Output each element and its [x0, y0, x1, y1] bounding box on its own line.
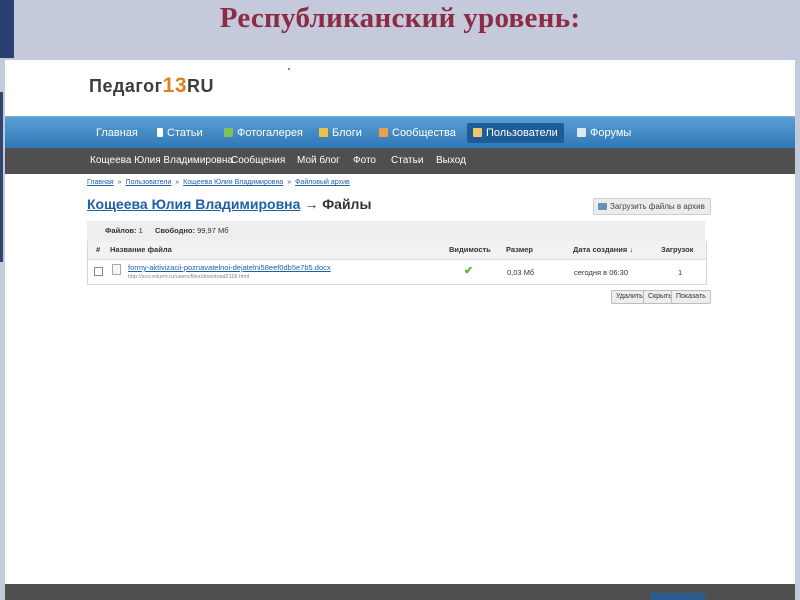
footer-tab	[650, 593, 705, 600]
show-button[interactable]: Показать	[671, 290, 711, 304]
communities-icon	[379, 128, 388, 137]
nav-item-photo-gallery[interactable]: Фотогалерея	[218, 123, 309, 143]
forums-icon	[577, 128, 586, 137]
col-header-created[interactable]: Дата создания ↓	[573, 241, 633, 259]
logo-text: Педагог	[89, 76, 163, 96]
breadcrumb-item-user[interactable]: Кощеева Юлия Владимировна	[183, 179, 283, 186]
nav-item-label: Пользователи	[486, 127, 558, 139]
files-count-label: Файлов:	[105, 226, 137, 235]
breadcrumb: Главная» Пользователи» Кощеева Юлия Владим…	[87, 179, 350, 186]
subnav-item-my-blog[interactable]: Мой блог	[297, 148, 340, 174]
main-nav: Главная Статьи Фотогалерея Блоги Сообщес…	[5, 116, 795, 149]
site-footer	[5, 584, 795, 600]
nav-item-users[interactable]: Пользователи	[467, 123, 564, 143]
upload-files-label: Загрузить файлы в архив	[610, 202, 705, 211]
nav-item-label: Фотогалерея	[237, 127, 303, 139]
files-count-value: 1	[138, 226, 143, 235]
logo-suffix: RU	[187, 76, 214, 96]
breadcrumb-item-home[interactable]: Главная	[87, 179, 114, 186]
subnav-item-profile[interactable]: Кощеева Юлия Владимировна	[90, 148, 233, 174]
col-header-visibility: Видимость	[449, 245, 491, 254]
breadcrumb-separator: »	[175, 179, 180, 186]
nav-item-label: Главная	[96, 127, 138, 139]
nav-item-blogs[interactable]: Блоги	[313, 123, 368, 143]
article-icon	[157, 128, 163, 137]
page-title-suffix: Файлы	[322, 196, 372, 212]
upload-files-button[interactable]: Загрузить файлы в архив	[593, 198, 711, 215]
free-space-value: 99,97 Мб	[197, 226, 229, 235]
site-header: Педагог13RU	[5, 60, 795, 116]
browser-screenshot: Педагог13RU Главная Статьи Фотогалерея Б…	[5, 60, 795, 600]
nav-item-label: Блоги	[332, 127, 362, 139]
header-dot	[288, 68, 290, 70]
user-subnav: Кощеева Юлия Владимировна Сообщения Мой …	[5, 148, 795, 174]
files-count: Файлов: 1	[105, 221, 143, 241]
visibility-check-icon[interactable]: ✔	[464, 266, 473, 277]
page-title-arrow: →	[304, 196, 319, 212]
col-header-name: Название файла	[110, 245, 172, 254]
nav-item-label: Форумы	[590, 127, 632, 139]
main-content: Главная» Пользователи» Кощеева Юлия Владим…	[5, 174, 795, 584]
breadcrumb-separator: »	[117, 179, 122, 186]
logo-number: 13	[162, 74, 187, 97]
nav-item-communities[interactable]: Сообщества	[373, 123, 462, 143]
breadcrumb-item-file-archive[interactable]: Файловый архив	[295, 179, 350, 186]
nav-item-forums[interactable]: Форумы	[571, 123, 637, 143]
slide-title: Республиканский уровень:	[219, 2, 581, 34]
free-space-label: Свободно:	[155, 226, 195, 235]
table-row: formy-aktivizacii-poznavatelnoi-dejateln…	[88, 260, 706, 284]
subnav-item-articles[interactable]: Статьи	[391, 148, 423, 174]
subnav-item-logout[interactable]: Выход	[436, 148, 466, 174]
upload-icon	[598, 203, 607, 210]
free-space: Свободно: 99,97 Мб	[155, 221, 229, 241]
file-url: http://soo.edurm.ru/users/files/download…	[128, 274, 250, 280]
col-header-downloads: Загрузок	[661, 245, 694, 254]
files-table-header: # Название файла Видимость Размер Дата с…	[88, 241, 706, 260]
row-checkbox[interactable]	[94, 267, 103, 276]
nav-item-label: Статьи	[167, 127, 203, 139]
subnav-item-messages[interactable]: Сообщения	[231, 148, 285, 174]
nav-item-articles[interactable]: Статьи	[151, 123, 209, 143]
slide-decor-left-lower	[0, 92, 3, 262]
col-header-size: Размер	[506, 245, 534, 254]
site-logo[interactable]: Педагог13RU	[89, 74, 214, 98]
nav-item-home[interactable]: Главная	[90, 123, 144, 143]
file-size: 0,03 Мб	[507, 268, 535, 277]
file-icon	[112, 264, 121, 275]
breadcrumb-separator: »	[287, 179, 292, 186]
subnav-item-photo[interactable]: Фото	[353, 148, 376, 174]
file-downloads: 1	[678, 268, 683, 277]
page-title: Кощеева Юлия Владимировна → Файлы	[87, 196, 371, 212]
nav-item-label: Сообщества	[392, 127, 456, 139]
file-name-link[interactable]: formy-aktivizacii-poznavatelnoi-dejateln…	[128, 263, 331, 272]
users-icon	[473, 128, 482, 137]
photo-gallery-icon	[224, 128, 233, 137]
files-table: # Название файла Видимость Размер Дата с…	[87, 241, 707, 285]
slide-decor-left	[0, 0, 14, 58]
blog-icon	[319, 128, 328, 137]
file-created: сегодня в 06:30	[574, 268, 628, 277]
page-title-user-link[interactable]: Кощеева Юлия Владимировна	[87, 196, 300, 212]
breadcrumb-item-users[interactable]: Пользователи	[126, 179, 172, 186]
storage-info-bar: Файлов: 1 Свободно: 99,97 Мб	[87, 221, 705, 241]
col-header-num: #	[96, 245, 101, 254]
